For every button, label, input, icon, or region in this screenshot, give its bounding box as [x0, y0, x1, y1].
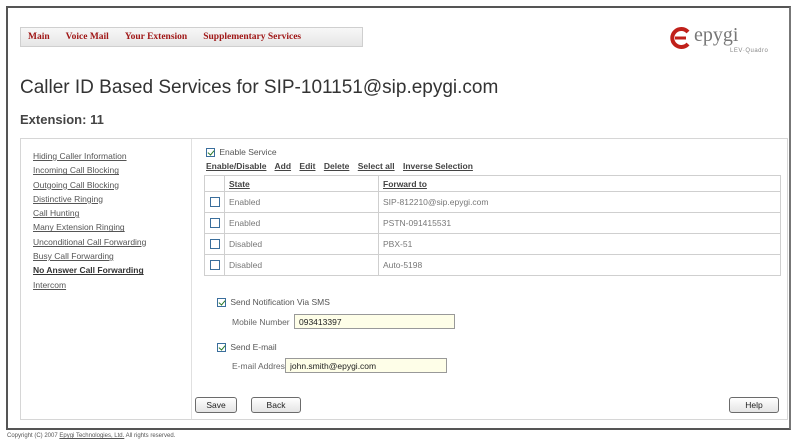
add-link[interactable]: Add	[275, 161, 292, 171]
help-button[interactable]: Help	[729, 397, 779, 413]
mobile-number-label: Mobile Number	[232, 317, 290, 327]
sms-notification-row: Send Notification Via SMS	[217, 297, 330, 308]
row-forward-to: Auto-5198	[378, 254, 781, 276]
epygi-logo: epygi LEV·Quadro	[668, 22, 778, 56]
logo-name: epygi	[694, 24, 739, 46]
footer-copyright: Copyright (C) 2007	[7, 433, 58, 439]
state-column-header[interactable]: State	[224, 175, 379, 192]
nav-supplementary-services[interactable]: Supplementary Services	[195, 32, 309, 42]
row-checkbox[interactable]	[209, 218, 220, 229]
enable-service-row: Enable Service	[206, 147, 277, 158]
logo-subtitle: LEV·Quadro	[730, 48, 769, 54]
sidebar-item-incoming-call-blocking[interactable]: Incoming Call Blocking	[33, 163, 183, 177]
edit-link[interactable]: Edit	[299, 161, 315, 171]
row-checkbox[interactable]	[209, 260, 220, 271]
sidebar-item-busy-call-forwarding[interactable]: Busy Call Forwarding	[33, 249, 183, 263]
email-address-label: E-mail Address	[232, 361, 290, 371]
nav-your-extension[interactable]: Your Extension	[117, 32, 195, 42]
sms-notification-checkbox[interactable]	[217, 298, 226, 308]
top-navigation: Main Voice Mail Your Extension Supplemen…	[20, 27, 363, 47]
enable-service-checkbox[interactable]	[206, 148, 215, 158]
nav-voice-mail[interactable]: Voice Mail	[58, 32, 117, 42]
send-email-row: Send E-mail	[217, 342, 277, 353]
sidebar-item-many-extension-ringing[interactable]: Many Extension Ringing	[33, 220, 183, 234]
sidebar-item-distinctive-ringing[interactable]: Distinctive Ringing	[33, 192, 183, 206]
row-forward-to: PBX-51	[378, 233, 781, 255]
table-header-row: State Forward to	[204, 175, 781, 192]
row-forward-to: PSTN-091415531	[378, 212, 781, 234]
panel-divider	[191, 139, 192, 419]
email-address-input[interactable]	[285, 358, 447, 373]
sidebar-item-unconditional-call-forwarding[interactable]: Unconditional Call Forwarding	[33, 235, 183, 249]
nav-main[interactable]: Main	[21, 32, 58, 42]
send-email-checkbox[interactable]	[217, 343, 226, 353]
mobile-number-input[interactable]	[294, 314, 455, 329]
select-column-header	[204, 175, 225, 192]
enable-disable-link[interactable]: Enable/Disable	[206, 161, 266, 171]
sms-notification-label: Send Notification Via SMS	[230, 297, 330, 307]
sidebar-item-outgoing-call-blocking[interactable]: Outgoing Call Blocking	[33, 178, 183, 192]
sidebar: Hiding Caller Information Incoming Call …	[33, 149, 183, 292]
enable-service-label: Enable Service	[219, 147, 277, 157]
row-checkbox[interactable]	[209, 239, 220, 250]
table-row: Enabled SIP-812210@sip.epygi.com	[204, 191, 781, 213]
row-forward-to: SIP-812210@sip.epygi.com	[378, 191, 781, 213]
row-state: Disabled	[224, 233, 379, 255]
forwarding-table: State Forward to Enabled SIP-812210@sip.…	[204, 175, 781, 276]
sidebar-item-call-hunting[interactable]: Call Hunting	[33, 206, 183, 220]
footer: Copyright (C) 2007 Epygi Technologies, L…	[7, 433, 175, 439]
send-email-label: Send E-mail	[230, 342, 277, 352]
epygi-logo-icon	[670, 27, 690, 49]
select-all-link[interactable]: Select all	[358, 161, 395, 171]
delete-link[interactable]: Delete	[324, 161, 350, 171]
footer-company-link[interactable]: Epygi Technologies, Ltd.	[59, 433, 124, 439]
table-row: Disabled Auto-5198	[204, 254, 781, 276]
table-actions: Enable/Disable Add Edit Delete Select al…	[206, 161, 479, 171]
save-button[interactable]: Save	[195, 397, 237, 413]
sidebar-item-no-answer-call-forwarding[interactable]: No Answer Call Forwarding	[33, 263, 183, 277]
content-panel: Hiding Caller Information Incoming Call …	[20, 138, 788, 420]
footer-rights: All rights reserved.	[125, 433, 176, 439]
extension-title: Extension: 11	[20, 112, 104, 127]
row-checkbox[interactable]	[209, 197, 220, 208]
row-state: Enabled	[224, 191, 379, 213]
table-row: Disabled PBX-51	[204, 233, 781, 255]
row-state: Enabled	[224, 212, 379, 234]
table-row: Enabled PSTN-091415531	[204, 212, 781, 234]
sidebar-item-intercom[interactable]: Intercom	[33, 278, 183, 292]
inverse-selection-link[interactable]: Inverse Selection	[403, 161, 473, 171]
sidebar-item-hiding-caller-information[interactable]: Hiding Caller Information	[33, 149, 183, 163]
page-title: Caller ID Based Services for SIP-101151@…	[20, 77, 499, 98]
row-state: Disabled	[224, 254, 379, 276]
forward-to-column-header[interactable]: Forward to	[378, 175, 781, 192]
back-button[interactable]: Back	[251, 397, 301, 413]
